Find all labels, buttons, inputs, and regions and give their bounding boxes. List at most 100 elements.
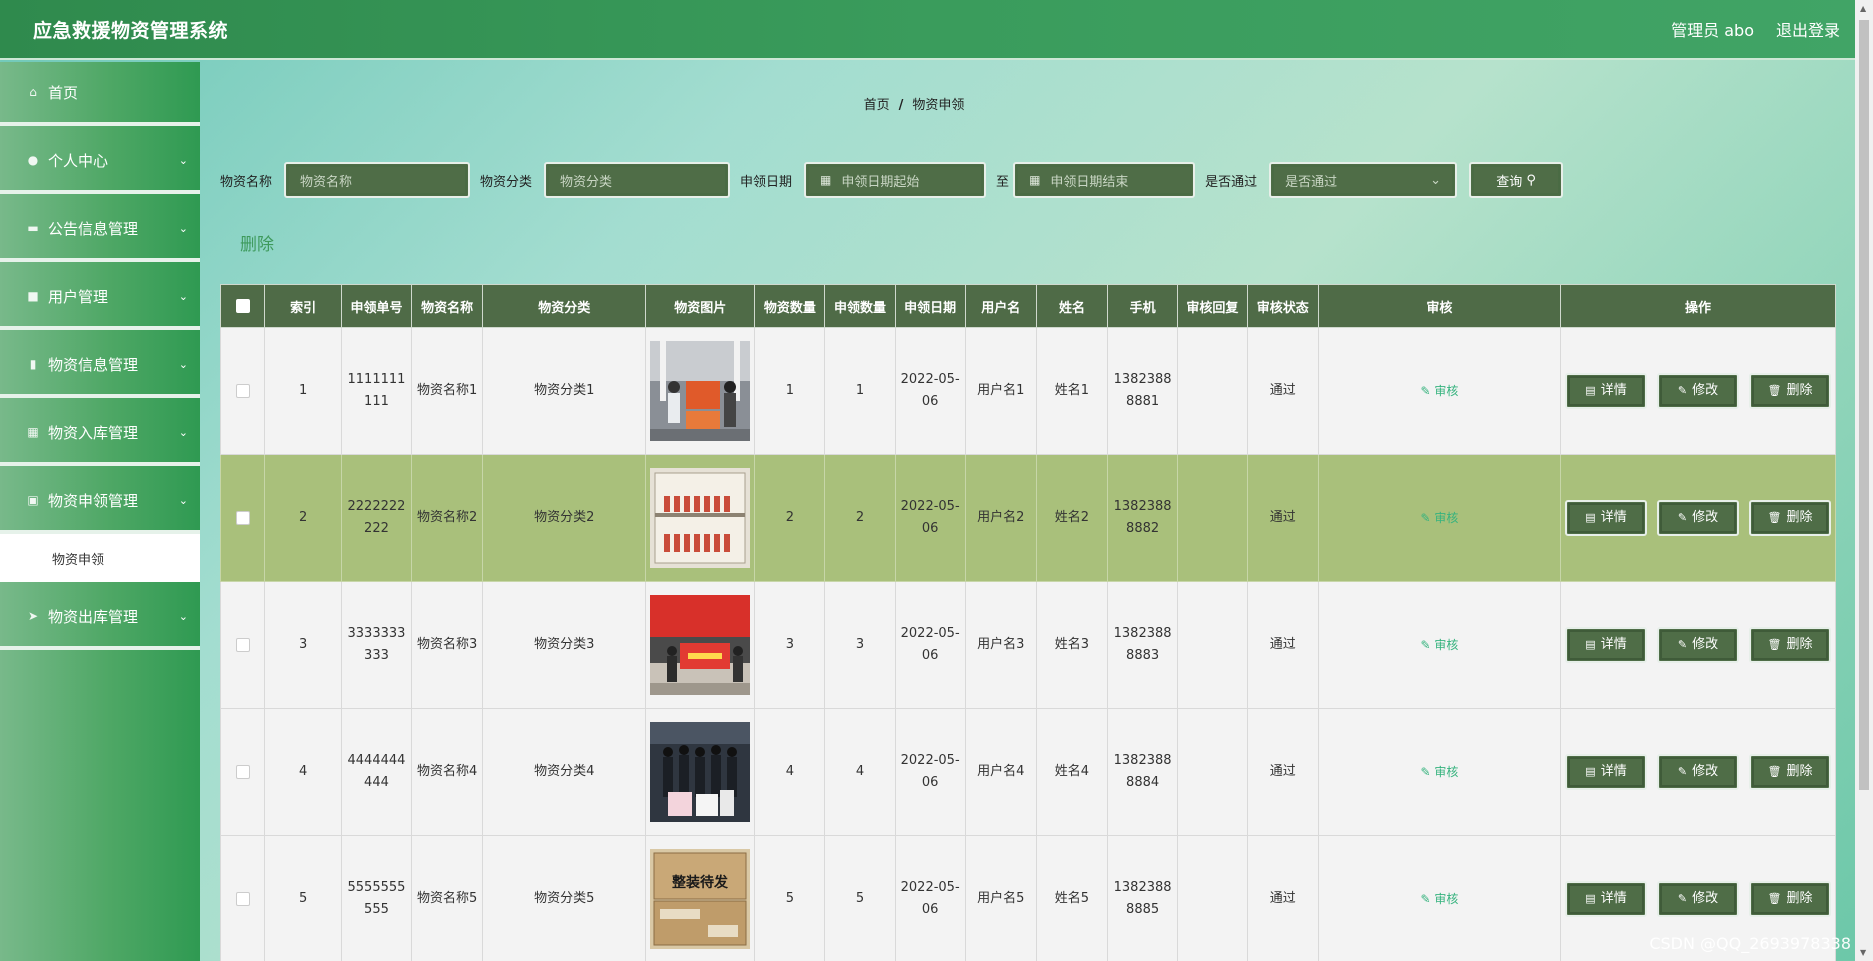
- cell-goods-image: 整装待发: [645, 835, 756, 961]
- logout-link[interactable]: 退出登录: [1776, 17, 1840, 41]
- column-header: 用户名: [964, 284, 1037, 328]
- document-icon: ▤: [1585, 384, 1596, 397]
- cell-select: [219, 581, 266, 709]
- cell-order-no: 4444444444: [340, 708, 413, 836]
- detail-button[interactable]: ▤ 详情: [1565, 373, 1647, 409]
- scroll-down-icon[interactable]: ▼: [1860, 948, 1866, 957]
- chevron-down-icon: ⌄: [178, 609, 188, 623]
- edit-button-label: 修改: [1692, 764, 1719, 779]
- goods-image[interactable]: 整装待发: [650, 849, 751, 949]
- delete-button[interactable]: 🗑 删除: [1749, 881, 1831, 917]
- audit-link-label: 审核: [1434, 383, 1459, 398]
- pass-select-placeholder: 是否通过: [1285, 174, 1338, 190]
- batch-delete-button[interactable]: 删除: [240, 230, 274, 255]
- table-row[interactable]: 1 1111111111 物资名称1 物资分类1 1 1 2022-05-06 用户名1 姓名1…: [219, 327, 1836, 455]
- cell-order-no: 5555555555: [340, 835, 413, 961]
- clipboard-icon: ▣: [27, 493, 39, 507]
- date-end-input[interactable]: ▦ 申领日期结束: [1013, 162, 1196, 198]
- chevron-down-icon: ⌄: [178, 289, 188, 303]
- cell-goods-category: 物资分类1: [482, 327, 647, 455]
- cell-audit-reply: [1177, 327, 1248, 455]
- sidebar-item-label: 用户管理: [48, 287, 109, 306]
- sidebar-item-requisition[interactable]: ▣ 物资申领管理 ⌄: [0, 470, 200, 534]
- cell-realname: 姓名4: [1035, 708, 1109, 836]
- detail-button[interactable]: ▤ 详情: [1565, 627, 1647, 663]
- table-row[interactable]: 4 4444444444 物资名称4 物资分类4 4 4 2022-05-06 用户名4 姓名4…: [219, 708, 1836, 836]
- date-start-input[interactable]: ▦ 申领日期起始: [804, 162, 987, 198]
- delete-button-label: 删除: [1786, 510, 1813, 525]
- column-header: 申领数量: [824, 284, 896, 328]
- cell-apply-qty: 3: [824, 581, 896, 709]
- edit-button[interactable]: ✎ 修改: [1657, 881, 1739, 917]
- table-row[interactable]: 2 2222222222 物资名称2 物资分类2 2 2 2022-05-06 用户名2 姓名2…: [219, 454, 1836, 582]
- delete-button[interactable]: 🗑 删除: [1749, 373, 1831, 409]
- edit-button[interactable]: ✎ 修改: [1657, 373, 1739, 409]
- query-button[interactable]: 查询 ⚲: [1469, 162, 1564, 198]
- goods-image[interactable]: [650, 595, 751, 695]
- delete-button-label: 删除: [1786, 637, 1813, 652]
- sidebar-item-home[interactable]: ⌂ 首页: [0, 62, 200, 126]
- breadcrumb-home[interactable]: 首页: [864, 98, 890, 113]
- delete-button-label: 删除: [1786, 383, 1813, 398]
- table-row[interactable]: 5 5555555555 物资名称5 物资分类5 整装待发 5 5 2022-05-06 用户名…: [219, 835, 1836, 961]
- goods-image[interactable]: [650, 468, 751, 568]
- sidebar-item-outbound[interactable]: ➤ 物资出库管理 ⌄: [0, 586, 200, 650]
- chevron-down-icon: ⌄: [178, 425, 188, 439]
- row-checkbox[interactable]: [235, 891, 250, 906]
- select-all-checkbox[interactable]: [235, 299, 250, 313]
- sidebar-item-label: 个人中心: [48, 151, 109, 170]
- sidebar-item-goods[interactable]: ▮ 物资信息管理 ⌄: [0, 334, 200, 398]
- table-row[interactable]: 3 3333333333 物资名称3 物资分类3 3 3 2022-05-06 用户名3 姓名3…: [219, 581, 1836, 709]
- audit-link[interactable]: ✎ 审核: [1420, 892, 1458, 906]
- goods-image[interactable]: [650, 341, 751, 441]
- cell-index: 3: [264, 581, 342, 709]
- sidebar-item-label: 物资信息管理: [48, 355, 139, 374]
- delete-button-label: 删除: [1786, 764, 1813, 779]
- delete-button[interactable]: 🗑 删除: [1749, 500, 1831, 536]
- audit-link[interactable]: ✎ 审核: [1420, 511, 1458, 525]
- detail-button[interactable]: ▤ 详情: [1565, 881, 1647, 917]
- row-checkbox[interactable]: [235, 764, 250, 779]
- cell-audit-status: 通过: [1246, 327, 1319, 455]
- edit-button[interactable]: ✎ 修改: [1657, 500, 1739, 536]
- cell-audit-reply: [1177, 581, 1248, 709]
- date-range-to: 至: [996, 174, 1010, 190]
- sidebar-item-profile[interactable]: ● 个人中心 ⌄: [0, 130, 200, 194]
- row-checkbox[interactable]: [235, 383, 250, 398]
- query-button-label: 查询: [1496, 174, 1523, 190]
- goods-image[interactable]: [650, 722, 751, 822]
- calendar-icon: ▦: [820, 173, 832, 187]
- delete-button[interactable]: 🗑 删除: [1749, 627, 1831, 663]
- delete-button[interactable]: 🗑 删除: [1749, 754, 1831, 790]
- sidebar-item-label: 物资申领管理: [48, 491, 139, 510]
- cell-goods-image: [645, 708, 756, 836]
- pencil-icon: ✎: [1677, 511, 1688, 524]
- cell-index: 4: [264, 708, 342, 836]
- page-scrollbar[interactable]: ▲ ▼: [1855, 0, 1873, 961]
- audit-link[interactable]: ✎ 审核: [1420, 638, 1458, 652]
- edit-button[interactable]: ✎ 修改: [1657, 627, 1739, 663]
- edit-button[interactable]: ✎ 修改: [1657, 754, 1739, 790]
- category-search-input[interactable]: 物资分类: [544, 162, 731, 198]
- detail-button[interactable]: ▤ 详情: [1565, 754, 1647, 790]
- name-search-input[interactable]: 物资名称: [284, 162, 471, 198]
- detail-button[interactable]: ▤ 详情: [1565, 500, 1647, 536]
- sidebar-item-notice[interactable]: ▬ 公告信息管理 ⌄: [0, 198, 200, 262]
- row-checkbox[interactable]: [235, 637, 250, 652]
- audit-link[interactable]: ✎ 审核: [1420, 765, 1458, 779]
- audit-link[interactable]: ✎ 审核: [1420, 384, 1458, 398]
- submenu-item-requisition[interactable]: 物资申领: [0, 534, 200, 582]
- sidebar-item-inbound[interactable]: ▦ 物资入库管理 ⌄: [0, 402, 200, 466]
- scrollbar-thumb[interactable]: [1859, 20, 1869, 790]
- cell-apply-qty: 4: [824, 708, 896, 836]
- main-content: 首页 / 物资申领 物资名称 物资名称 物资分类 物资分类 申领日期 ▦ 申领日期起始…: [200, 62, 1855, 961]
- row-checkbox[interactable]: [235, 510, 250, 525]
- cell-index: 2: [264, 454, 342, 582]
- sidebar-item-users[interactable]: ■ 用户管理 ⌄: [0, 266, 200, 330]
- admin-user-label[interactable]: 管理员 abo: [1671, 17, 1754, 41]
- cell-audit-status: 通过: [1246, 835, 1319, 961]
- cell-audit-action: ✎ 审核: [1317, 835, 1562, 961]
- category-search-placeholder: 物资分类: [560, 174, 613, 190]
- scroll-up-icon[interactable]: ▲: [1860, 4, 1866, 13]
- pass-select[interactable]: 是否通过 ⌄: [1269, 162, 1458, 198]
